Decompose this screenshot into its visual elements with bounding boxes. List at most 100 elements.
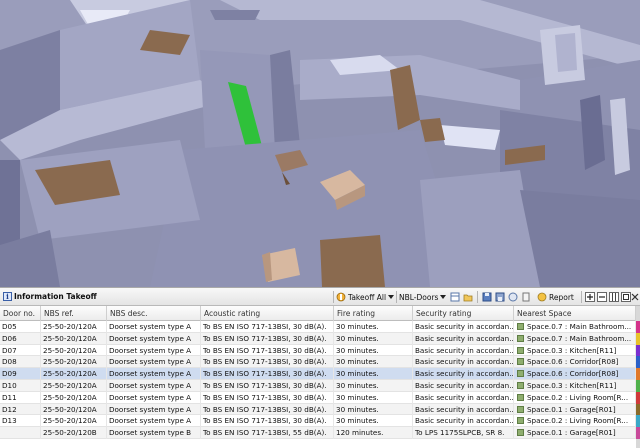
column-header-fire-rating[interactable]: Fire rating [334, 306, 413, 321]
nbs-ref-cell[interactable]: 25-50-20/120A [41, 379, 107, 392]
new-table-icon[interactable] [450, 292, 460, 302]
security-rating-cell[interactable]: Basic security in accordan... [413, 321, 514, 333]
restore-icon[interactable] [621, 292, 631, 302]
fire-rating-cell[interactable]: 30 minutes. [334, 391, 413, 404]
takeoff-all-button[interactable]: Takeoff All [336, 290, 395, 304]
nbs-ref-cell[interactable]: 25-50-20/120A [41, 356, 107, 369]
security-rating-cell[interactable]: Basic security in accordan... [413, 332, 514, 345]
acoustic-rating-cell[interactable]: To BS EN ISO 717-13BSI, 30 dB(A). [201, 344, 334, 357]
nbs-desc-cell[interactable]: Doorset system type A [107, 403, 201, 416]
column-header-security-rating[interactable]: Security rating [413, 306, 514, 321]
door-no-cell[interactable]: D09 [0, 368, 41, 380]
nbl-doors-dropdown[interactable]: NBL-Doors [399, 290, 447, 304]
acoustic-rating-cell[interactable]: To BS EN ISO 717-13BSI, 30 dB(A). [201, 321, 334, 333]
table-row[interactable]: D08 25-50-20/120A Doorset system type A To … [0, 356, 636, 369]
table-row[interactable]: D07 25-50-20/120A Doorset system type A To … [0, 344, 636, 357]
nbs-ref-cell[interactable]: 25-50-20/120A [41, 321, 107, 333]
fire-rating-cell[interactable]: 30 minutes. [334, 321, 413, 333]
3d-model-viewport[interactable] [0, 0, 640, 287]
security-rating-cell[interactable]: Basic security in accordan... [413, 415, 514, 428]
nearest-space-cell[interactable]: Space.0.2 : Living Room[R... [514, 415, 636, 428]
report-button[interactable]: Report [537, 290, 574, 304]
nbs-desc-cell[interactable]: Doorset system type A [107, 321, 201, 333]
acoustic-rating-cell[interactable]: To BS EN ISO 717-13BSI, 30 dB(A). [201, 391, 334, 404]
security-rating-cell[interactable]: To LPS 1175SLPCB, SR 8. [413, 427, 514, 439]
remove-icon[interactable] [597, 292, 607, 302]
nearest-space-cell[interactable]: Space.0.2 : Living Room[R... [514, 391, 636, 404]
fire-rating-cell[interactable]: 30 minutes. [334, 415, 413, 428]
add-icon[interactable] [585, 292, 595, 302]
columns-icon[interactable] [609, 292, 619, 302]
acoustic-rating-cell[interactable]: To BS EN ISO 717-13BSI, 55 dB(A). [201, 427, 334, 439]
acoustic-rating-cell[interactable]: To BS EN ISO 717-13BSI, 30 dB(A). [201, 379, 334, 392]
fire-rating-cell[interactable]: 30 minutes. [334, 368, 413, 380]
nbs-desc-cell[interactable]: Doorset system type A [107, 368, 201, 380]
table-row[interactable]: D12 25-50-20/120A Doorset system type A To … [0, 403, 636, 416]
nbs-desc-cell[interactable]: Doorset system type A [107, 332, 201, 345]
door-no-cell[interactable]: D11 [0, 391, 41, 404]
security-rating-cell[interactable]: Basic security in accordan... [413, 344, 514, 357]
security-rating-cell[interactable]: Basic security in accordan... [413, 379, 514, 392]
column-header-door-no[interactable]: Door no. [0, 306, 41, 321]
acoustic-rating-cell[interactable]: To BS EN ISO 717-13BSI, 30 dB(A). [201, 332, 334, 345]
nbs-desc-cell[interactable]: Doorset system type A [107, 379, 201, 392]
security-rating-cell[interactable]: Basic security in accordan... [413, 356, 514, 369]
save-as-icon[interactable] [495, 292, 505, 302]
open-folder-icon[interactable] [463, 292, 473, 302]
door-no-cell[interactable]: D10 [0, 379, 41, 392]
acoustic-rating-cell[interactable]: To BS EN ISO 717-13BSI, 30 dB(A). [201, 368, 334, 380]
nbs-ref-cell[interactable]: 25-50-20/120B [41, 427, 107, 439]
nearest-space-cell[interactable]: Space.0.3 : Kitchen[R11] [514, 379, 636, 392]
security-rating-cell[interactable]: Basic security in accordan... [413, 368, 514, 380]
door-no-cell[interactable]: D13 [0, 415, 41, 428]
nbs-desc-cell[interactable]: Doorset system type A [107, 415, 201, 428]
nearest-space-cell[interactable]: Space.0.6 : Corridor[R08] [514, 356, 636, 369]
nearest-space-cell[interactable]: Space.0.6 : Corridor[R08] [514, 368, 636, 380]
door-no-cell[interactable]: D06 [0, 332, 41, 345]
close-icon[interactable] [631, 292, 639, 302]
nbs-desc-cell[interactable]: Doorset system type B [107, 427, 201, 439]
fire-rating-cell[interactable]: 120 minutes. [334, 427, 413, 439]
column-header-nbs-desc[interactable]: NBS desc. [107, 306, 201, 321]
door-no-cell[interactable]: D08 [0, 356, 41, 369]
nbs-desc-cell[interactable]: Doorset system type A [107, 391, 201, 404]
table-row[interactable]: D11 25-50-20/120A Doorset system type A To … [0, 391, 636, 404]
nbs-ref-cell[interactable]: 25-50-20/120A [41, 344, 107, 357]
table-row[interactable]: D06 25-50-20/120A Doorset system type A To … [0, 332, 636, 345]
column-header-nbs-ref[interactable]: NBS ref. [41, 306, 107, 321]
column-header-acoustic-rating[interactable]: Acoustic rating [201, 306, 334, 321]
nbs-ref-cell[interactable]: 25-50-20/120A [41, 368, 107, 380]
nbs-desc-cell[interactable]: Doorset system type A [107, 344, 201, 357]
table-row[interactable]: D10 25-50-20/120A Doorset system type A To … [0, 379, 636, 392]
door-no-cell[interactable] [0, 427, 41, 439]
door-no-cell[interactable]: D12 [0, 403, 41, 416]
door-no-cell[interactable]: D05 [0, 321, 41, 333]
security-rating-cell[interactable]: Basic security in accordan... [413, 391, 514, 404]
nearest-space-cell[interactable]: Space.0.7 : Main Bathroom... [514, 332, 636, 345]
nbs-desc-cell[interactable]: Doorset system type A [107, 356, 201, 369]
table-row[interactable]: D05 25-50-20/120A Doorset system type A To … [0, 321, 636, 333]
export-icon[interactable] [508, 292, 518, 302]
nbs-ref-cell[interactable]: 25-50-20/120A [41, 415, 107, 428]
table-row[interactable]: 25-50-20/120B Doorset system type B To BS … [0, 427, 636, 439]
nearest-space-cell[interactable]: Space.0.3 : Kitchen[R11] [514, 344, 636, 357]
fire-rating-cell[interactable]: 30 minutes. [334, 332, 413, 345]
fire-rating-cell[interactable]: 30 minutes. [334, 403, 413, 416]
nbs-ref-cell[interactable]: 25-50-20/120A [41, 332, 107, 345]
nearest-space-cell[interactable]: Space.0.1 : Garage[R01] [514, 427, 636, 439]
table-row[interactable]: D13 25-50-20/120A Doorset system type A To … [0, 415, 636, 428]
acoustic-rating-cell[interactable]: To BS EN ISO 717-13BSI, 30 dB(A). [201, 403, 334, 416]
save-icon[interactable] [482, 292, 492, 302]
nearest-space-cell[interactable]: Space.0.7 : Main Bathroom... [514, 321, 636, 333]
fire-rating-cell[interactable]: 30 minutes. [334, 379, 413, 392]
acoustic-rating-cell[interactable]: To BS EN ISO 717-13BSI, 30 dB(A). [201, 415, 334, 428]
door-no-cell[interactable]: D07 [0, 344, 41, 357]
nbs-ref-cell[interactable]: 25-50-20/120A [41, 403, 107, 416]
fire-rating-cell[interactable]: 30 minutes. [334, 356, 413, 369]
acoustic-rating-cell[interactable]: To BS EN ISO 717-13BSI, 30 dB(A). [201, 356, 334, 369]
nbs-ref-cell[interactable]: 25-50-20/120A [41, 391, 107, 404]
security-rating-cell[interactable]: Basic security in accordan... [413, 403, 514, 416]
nearest-space-cell[interactable]: Space.0.1 : Garage[R01] [514, 403, 636, 416]
table-row[interactable]: D09 25-50-20/120A Doorset system type A To … [0, 368, 636, 380]
column-header-nearest-space[interactable]: Nearest Space [514, 306, 636, 321]
